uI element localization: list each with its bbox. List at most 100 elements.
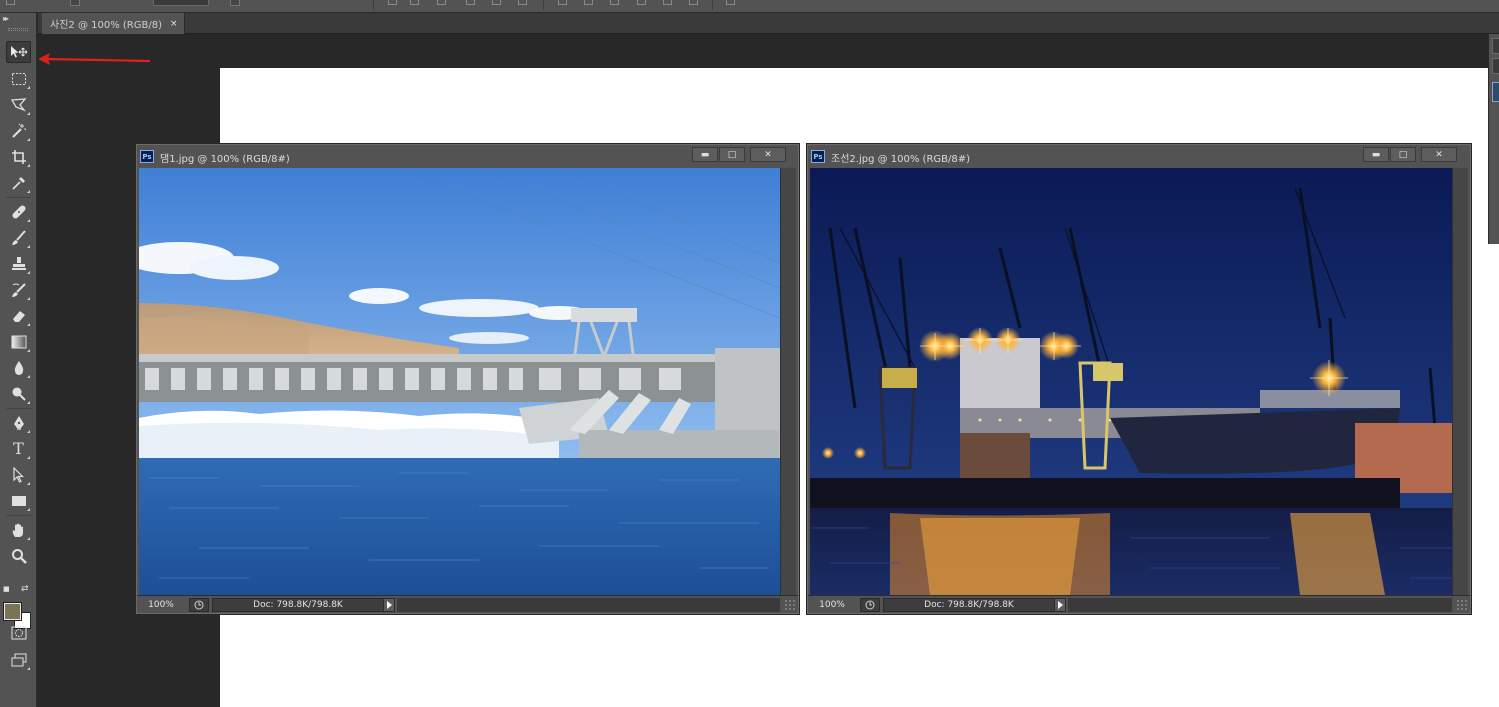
status-info-icon[interactable] [189,598,209,612]
lasso-tool-button[interactable] [6,94,31,116]
pen-icon [11,415,27,431]
rectangular-marquee-icon [11,72,27,86]
photoshop-window: ▸▸ T ■ ⇄ 사진2 @ 100% (RGB/8) × Ps 댐1.jpg … [0,0,1499,707]
default-colors-icon[interactable]: ■ [3,585,12,594]
gradient-tool-button[interactable] [6,331,31,353]
move-icon [9,45,29,59]
type-icon: T [13,439,24,458]
shape-tool-button[interactable] [6,490,31,512]
document-tab-bar: 사진2 @ 100% (RGB/8) × [38,13,1499,34]
tools-panel: ▸▸ T ■ ⇄ [0,13,37,707]
floating-document-window[interactable]: Ps 조선2.jpg @ 100% (RGB/8#) ▬ □ ✕ 100% Do… [806,143,1472,615]
window-title: 조선2.jpg @ 100% (RGB/8#) [831,154,971,165]
status-menu-arrow-icon[interactable] [383,598,395,612]
status-menu-arrow-icon[interactable] [1054,598,1066,612]
vertical-scrollbar[interactable] [780,168,796,595]
path-selection-tool-button[interactable] [6,464,31,486]
align-top-icon[interactable] [388,0,397,5]
history-brush-tool-button[interactable] [6,279,31,301]
collapse-panel-icon[interactable]: ▸▸ [3,14,9,23]
rectangle-shape-icon [11,494,27,508]
auto-align-icon[interactable] [726,0,735,5]
healing-brush-tool-button[interactable] [6,201,31,223]
screen-mode-icon [11,653,27,667]
dodge-tool-button[interactable] [6,383,31,405]
eraser-tool-button[interactable] [6,305,31,327]
window-title-bar[interactable]: Ps 댐1.jpg @ 100% (RGB/8#) ▬ □ ✕ [136,144,799,168]
status-bar: 100% Doc: 798.8K/798.8K [808,595,1470,613]
horizontal-scrollbar[interactable] [1068,598,1452,612]
brush-tool-button[interactable] [6,227,31,249]
window-title: 댐1.jpg @ 100% (RGB/8#) [160,154,290,165]
bandage-icon [11,204,27,220]
minimize-button[interactable]: ▬ [692,147,718,162]
maximize-button[interactable]: □ [1390,147,1416,162]
zoom-tool-button[interactable] [6,545,31,567]
arrow-pointer-icon [11,467,27,483]
transform-controls-checkbox[interactable] [230,0,240,6]
align-bottom-icon[interactable] [437,0,446,5]
magic-wand-icon [11,123,27,139]
brush-icon [11,230,27,246]
auto-select-dropdown[interactable] [153,0,209,6]
maximize-button[interactable]: □ [719,147,745,162]
tool-divider [6,515,31,516]
screen-mode-button[interactable] [6,649,31,671]
blur-tool-button[interactable] [6,357,31,379]
zoom-level[interactable]: 100% [812,598,852,612]
distribute-top-icon[interactable] [558,0,567,5]
auto-select-checkbox[interactable] [70,0,80,6]
quick-mask-button[interactable] [6,622,31,644]
type-tool-button[interactable]: T [6,438,31,460]
minimize-button[interactable]: ▬ [1363,147,1389,162]
vertical-scrollbar[interactable] [1452,168,1468,595]
distribute-left-icon[interactable] [637,0,646,5]
document-tab[interactable]: 사진2 @ 100% (RGB/8) × [42,13,185,34]
dock-panel-button[interactable] [1492,58,1499,74]
resize-grip-icon[interactable] [784,599,796,611]
move-tool-button[interactable] [6,41,31,63]
status-bar: 100% Doc: 798.8K/798.8K [137,595,798,613]
dock-panel-button[interactable] [1492,38,1499,54]
dodge-icon [11,386,27,402]
eraser-icon [11,308,27,324]
align-left-icon[interactable] [466,0,475,5]
close-window-button[interactable]: ✕ [750,147,786,162]
align-middle-icon[interactable] [410,0,419,5]
window-title-bar[interactable]: Ps 조선2.jpg @ 100% (RGB/8#) ▬ □ ✕ [807,144,1471,168]
hand-tool-button[interactable] [6,519,31,541]
floating-document-window[interactable]: Ps 댐1.jpg @ 100% (RGB/8#) ▬ □ ✕ 100% Doc… [135,143,800,615]
crop-icon [11,149,27,165]
distribute-right-icon[interactable] [689,0,698,5]
pen-tool-button[interactable] [6,412,31,434]
close-tab-icon[interactable]: × [170,19,178,29]
marquee-tool-button[interactable] [6,68,31,90]
clone-stamp-tool-button[interactable] [6,253,31,275]
magic-wand-tool-button[interactable] [6,120,31,142]
zoom-level[interactable]: 100% [141,598,181,612]
tool-preset-icon[interactable] [6,0,15,5]
align-center-icon[interactable] [492,0,501,5]
dock-panel-button[interactable] [1492,82,1499,102]
crop-tool-button[interactable] [6,146,31,168]
status-info-icon[interactable] [860,598,880,612]
close-window-button[interactable]: ✕ [1421,147,1457,162]
polygonal-lasso-icon [10,97,27,113]
swap-colors-icon[interactable]: ⇄ [21,584,29,594]
eyedropper-tool-button[interactable] [6,172,31,194]
horizontal-scrollbar[interactable] [397,598,780,612]
foreground-color-swatch[interactable] [3,602,22,621]
options-bar [0,0,1499,13]
resize-grip-icon[interactable] [1456,599,1468,611]
shipyard-night-photo[interactable] [810,168,1452,595]
distribute-center-icon[interactable] [663,0,672,5]
distribute-bottom-icon[interactable] [610,0,619,5]
dam-spillway-photo[interactable] [139,168,780,595]
hand-icon [11,522,27,538]
align-right-icon[interactable] [518,0,527,5]
distribute-middle-icon[interactable] [584,0,593,5]
right-panel-dock [1488,34,1499,244]
photoshop-file-icon: Ps [140,150,154,163]
eyedropper-icon [11,175,27,191]
panel-grip[interactable] [8,28,28,31]
